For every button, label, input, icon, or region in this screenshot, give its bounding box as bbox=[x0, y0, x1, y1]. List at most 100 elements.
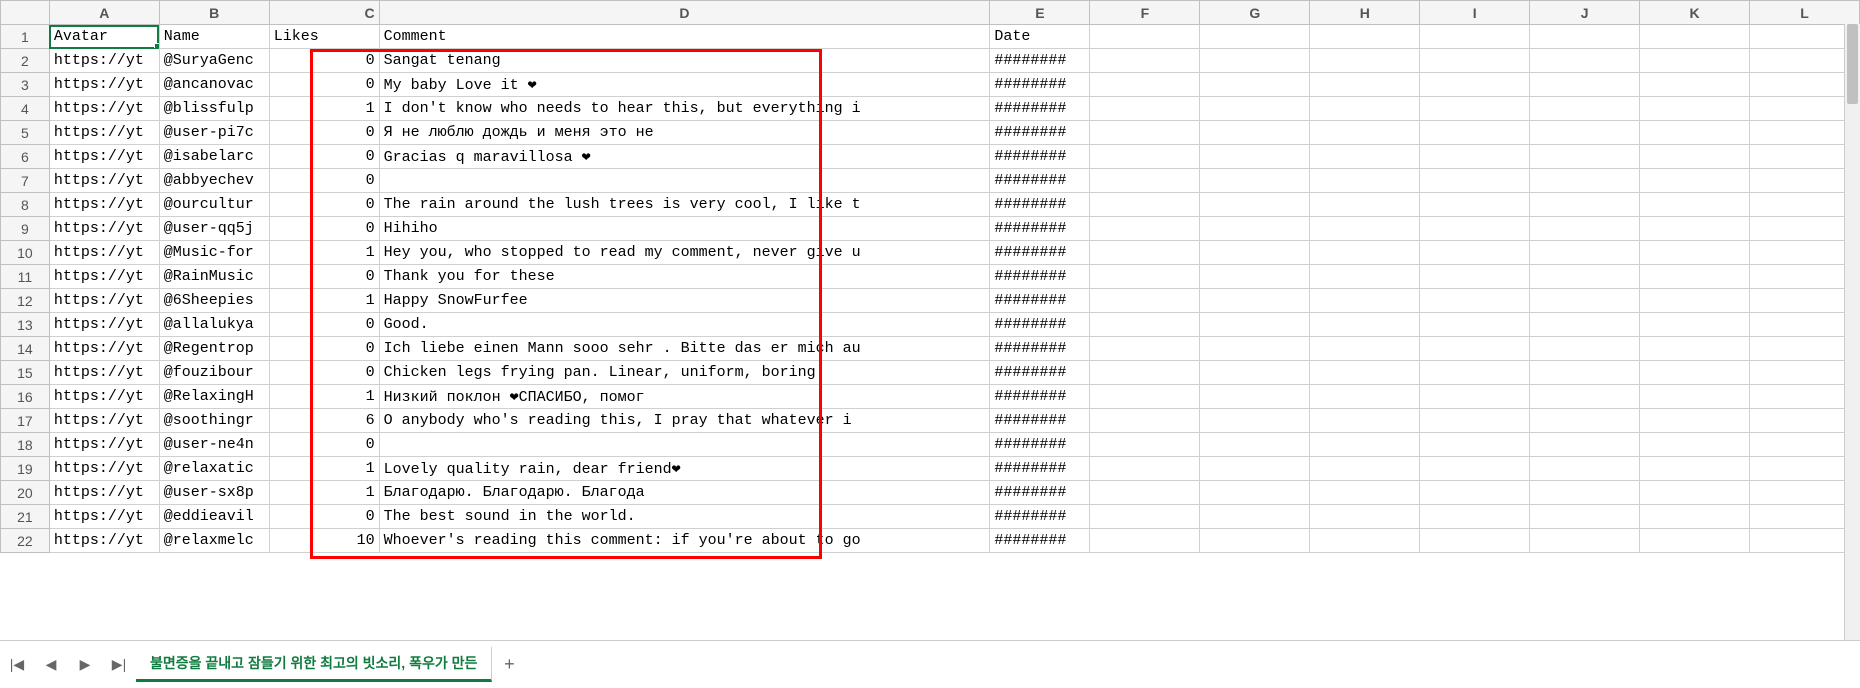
cell-C9[interactable]: 0 bbox=[269, 217, 379, 241]
sheet-nav-next-icon[interactable]: ▶ bbox=[68, 648, 102, 682]
row-header-21[interactable]: 21 bbox=[1, 505, 50, 529]
cell-D22[interactable]: Whoever's reading this comment: if you'r… bbox=[379, 529, 990, 553]
cell-E1[interactable]: Date bbox=[990, 25, 1090, 49]
cell-D8[interactable]: The rain around the lush trees is very c… bbox=[379, 193, 990, 217]
cell-C22[interactable]: 10 bbox=[269, 529, 379, 553]
cell-C11[interactable]: 0 bbox=[269, 265, 379, 289]
cell-H1[interactable] bbox=[1310, 25, 1420, 49]
row-header-8[interactable]: 8 bbox=[1, 193, 50, 217]
cell-A9[interactable]: https://yt bbox=[49, 217, 159, 241]
row-header-15[interactable]: 15 bbox=[1, 361, 50, 385]
cell-C17[interactable]: 6 bbox=[269, 409, 379, 433]
cell-B6[interactable]: @isabelarc bbox=[159, 145, 269, 169]
cell-D21[interactable]: The best sound in the world. bbox=[379, 505, 990, 529]
cell-A5[interactable]: https://yt bbox=[49, 121, 159, 145]
row-header-1[interactable]: 1 bbox=[1, 25, 50, 49]
row-header-13[interactable]: 13 bbox=[1, 313, 50, 337]
cell-B17[interactable]: @soothingr bbox=[159, 409, 269, 433]
cell-B1[interactable]: Name bbox=[159, 25, 269, 49]
cell-E9[interactable]: ######## bbox=[990, 217, 1090, 241]
col-header-K[interactable]: K bbox=[1640, 1, 1750, 25]
cell-A17[interactable]: https://yt bbox=[49, 409, 159, 433]
col-header-C[interactable]: C bbox=[269, 1, 379, 25]
cell-D15[interactable]: Chicken legs frying pan. Linear, uniform… bbox=[379, 361, 990, 385]
cell-A4[interactable]: https://yt bbox=[49, 97, 159, 121]
col-header-E[interactable]: E bbox=[990, 1, 1090, 25]
cell-B13[interactable]: @allalukya bbox=[159, 313, 269, 337]
scrollbar-thumb[interactable] bbox=[1847, 24, 1858, 104]
cell-C5[interactable]: 0 bbox=[269, 121, 379, 145]
row-header-20[interactable]: 20 bbox=[1, 481, 50, 505]
cell-E6[interactable]: ######## bbox=[990, 145, 1090, 169]
cell-C15[interactable]: 0 bbox=[269, 361, 379, 385]
cell-A16[interactable]: https://yt bbox=[49, 385, 159, 409]
cell-D4[interactable]: I don't know who needs to hear this, but… bbox=[379, 97, 990, 121]
cell-C18[interactable]: 0 bbox=[269, 433, 379, 457]
cell-D2[interactable]: Sangat tenang bbox=[379, 49, 990, 73]
cell-D14[interactable]: Ich liebe einen Mann sooo sehr . Bitte d… bbox=[379, 337, 990, 361]
cell-C6[interactable]: 0 bbox=[269, 145, 379, 169]
cell-C14[interactable]: 0 bbox=[269, 337, 379, 361]
cell-C12[interactable]: 1 bbox=[269, 289, 379, 313]
select-all-corner[interactable] bbox=[1, 1, 50, 25]
cell-D13[interactable]: Good. bbox=[379, 313, 990, 337]
cell-E17[interactable]: ######## bbox=[990, 409, 1090, 433]
cell-J1[interactable] bbox=[1530, 25, 1640, 49]
cell-B4[interactable]: @blissfulp bbox=[159, 97, 269, 121]
cell-B15[interactable]: @fouzibour bbox=[159, 361, 269, 385]
sheet-tab-active[interactable]: 불면증을 끝내고 잠들기 위한 최고의 빗소리, 폭우가 만든 bbox=[136, 647, 492, 682]
cell-C16[interactable]: 1 bbox=[269, 385, 379, 409]
cell-B9[interactable]: @user-qq5j bbox=[159, 217, 269, 241]
row-header-10[interactable]: 10 bbox=[1, 241, 50, 265]
cell-E20[interactable]: ######## bbox=[990, 481, 1090, 505]
row-header-5[interactable]: 5 bbox=[1, 121, 50, 145]
cell-B3[interactable]: @ancanovac bbox=[159, 73, 269, 97]
cell-A3[interactable]: https://yt bbox=[49, 73, 159, 97]
row-header-4[interactable]: 4 bbox=[1, 97, 50, 121]
cell-A2[interactable]: https://yt bbox=[49, 49, 159, 73]
cell-D11[interactable]: Thank you for these bbox=[379, 265, 990, 289]
sheet-nav-prev-icon[interactable]: ◀ bbox=[34, 648, 68, 682]
col-header-G[interactable]: G bbox=[1200, 1, 1310, 25]
cell-E15[interactable]: ######## bbox=[990, 361, 1090, 385]
cell-D5[interactable]: Я не люблю дождь и меня это не bbox=[379, 121, 990, 145]
cell-D3[interactable]: My baby Love it ❤ bbox=[379, 73, 990, 97]
cell-D1[interactable]: Comment bbox=[379, 25, 990, 49]
cell-B11[interactable]: @RainMusic bbox=[159, 265, 269, 289]
cell-E19[interactable]: ######## bbox=[990, 457, 1090, 481]
col-header-J[interactable]: J bbox=[1530, 1, 1640, 25]
row-header-7[interactable]: 7 bbox=[1, 169, 50, 193]
cell-C21[interactable]: 0 bbox=[269, 505, 379, 529]
cell-D19[interactable]: Lovely quality rain, dear friend❤ bbox=[379, 457, 990, 481]
cell-B20[interactable]: @user-sx8p bbox=[159, 481, 269, 505]
cell-E11[interactable]: ######## bbox=[990, 265, 1090, 289]
cell-E21[interactable]: ######## bbox=[990, 505, 1090, 529]
cell-E16[interactable]: ######## bbox=[990, 385, 1090, 409]
cell-D16[interactable]: Низкий поклон ❤СПАСИБО, помог bbox=[379, 385, 990, 409]
sheet-nav-first-icon[interactable]: |◀ bbox=[0, 648, 34, 682]
col-header-B[interactable]: B bbox=[159, 1, 269, 25]
cell-A8[interactable]: https://yt bbox=[49, 193, 159, 217]
col-header-H[interactable]: H bbox=[1310, 1, 1420, 25]
row-header-9[interactable]: 9 bbox=[1, 217, 50, 241]
cell-C19[interactable]: 1 bbox=[269, 457, 379, 481]
cell-D12[interactable]: Happy SnowFurfee bbox=[379, 289, 990, 313]
cell-B12[interactable]: @6Sheepies bbox=[159, 289, 269, 313]
cell-E14[interactable]: ######## bbox=[990, 337, 1090, 361]
cell-E5[interactable]: ######## bbox=[990, 121, 1090, 145]
cell-L1[interactable] bbox=[1750, 25, 1860, 49]
cell-E18[interactable]: ######## bbox=[990, 433, 1090, 457]
cell-E22[interactable]: ######## bbox=[990, 529, 1090, 553]
row-header-14[interactable]: 14 bbox=[1, 337, 50, 361]
cell-A15[interactable]: https://yt bbox=[49, 361, 159, 385]
cell-B16[interactable]: @RelaxingH bbox=[159, 385, 269, 409]
sheet-nav-last-icon[interactable]: ▶| bbox=[102, 648, 136, 682]
cell-C20[interactable]: 1 bbox=[269, 481, 379, 505]
cell-C8[interactable]: 0 bbox=[269, 193, 379, 217]
cell-C10[interactable]: 1 bbox=[269, 241, 379, 265]
cell-A20[interactable]: https://yt bbox=[49, 481, 159, 505]
cell-E10[interactable]: ######## bbox=[990, 241, 1090, 265]
cell-A13[interactable]: https://yt bbox=[49, 313, 159, 337]
cell-B21[interactable]: @eddieavil bbox=[159, 505, 269, 529]
row-header-18[interactable]: 18 bbox=[1, 433, 50, 457]
